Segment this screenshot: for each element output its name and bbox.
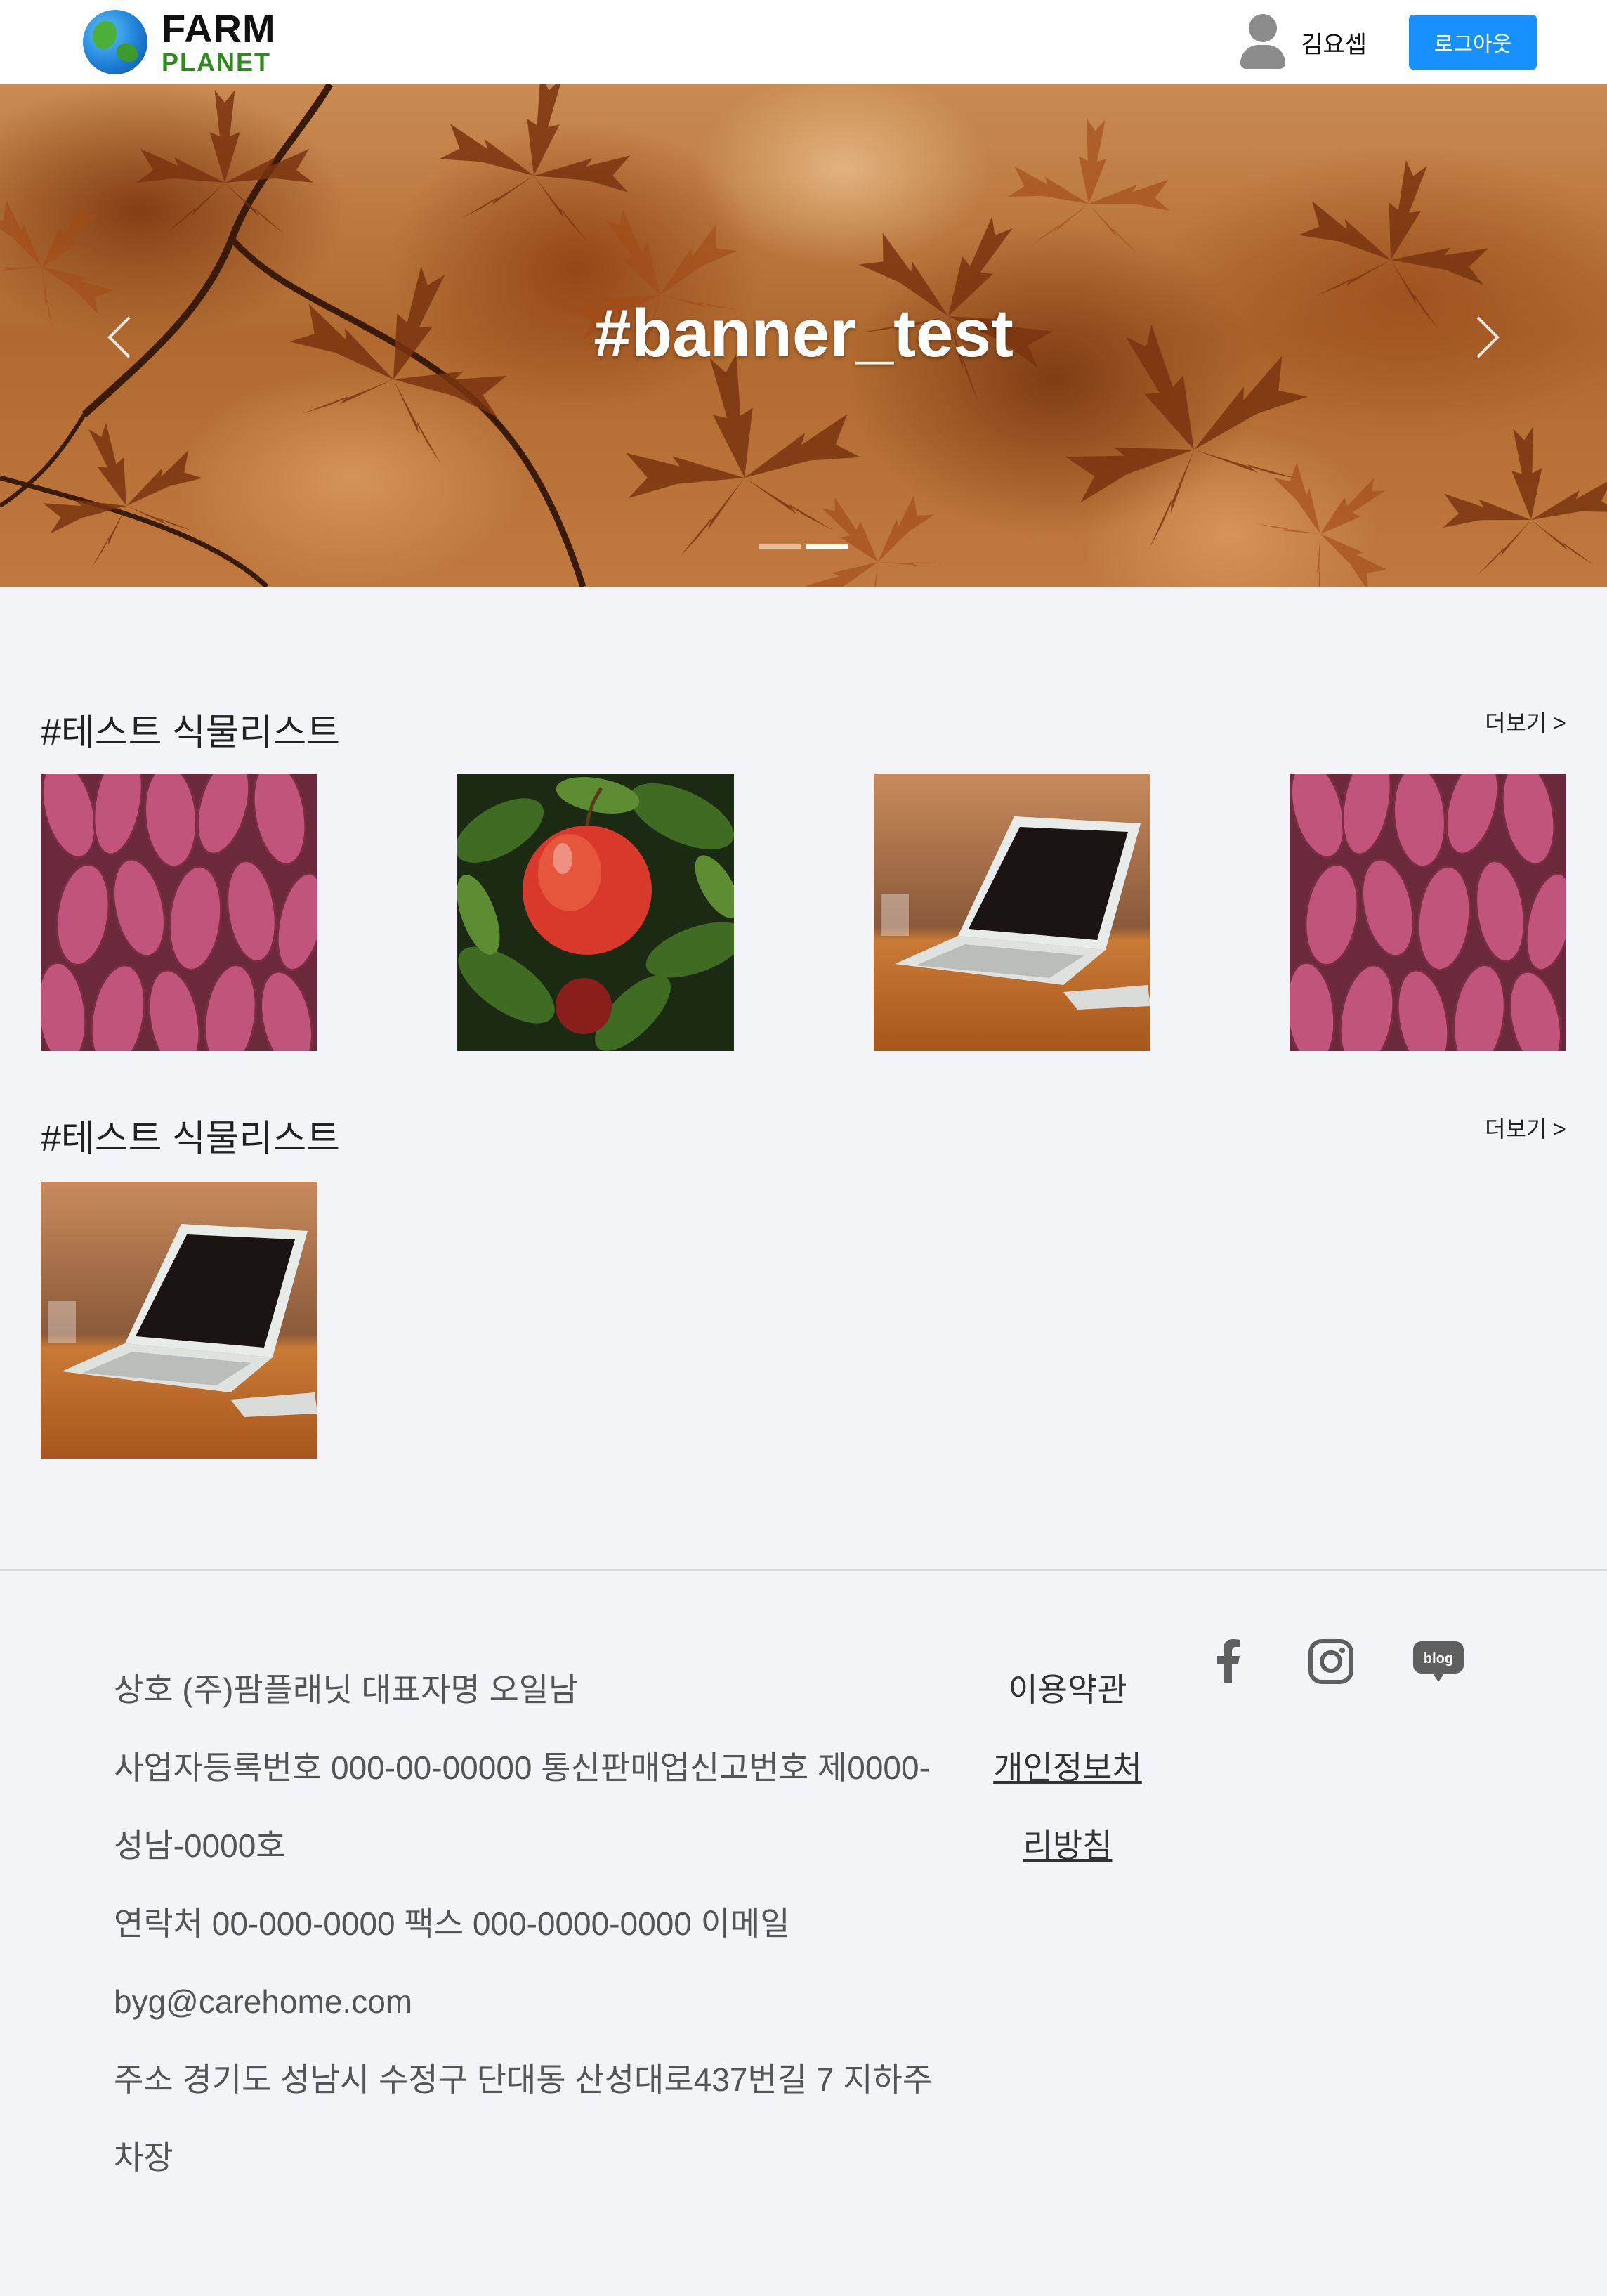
footer-links: 이용약관 개인정보처 리방침: [976, 1651, 1159, 1885]
company-info-line: 연락처 00-000-0000 팩스 000-0000-0000 이메일: [114, 1905, 790, 1942]
plant-card-sweet-potato[interactable]: [41, 774, 317, 1051]
company-info-line: 주소 경기도 성남시 수정구 단대동 산성대로437번길 7 지하주: [114, 2061, 933, 2098]
instagram-icon[interactable]: [1303, 1637, 1359, 1686]
carousel-dot-2[interactable]: [806, 544, 848, 549]
chevron-left-icon[interactable]: [98, 309, 140, 365]
privacy-policy-link[interactable]: 개인정보처: [976, 1729, 1159, 1807]
section-title: #테스트 식물리스트: [41, 1118, 341, 1159]
carousel-dot-1[interactable]: [759, 544, 801, 549]
banner-carousel: #banner_test: [0, 84, 1607, 587]
blog-icon[interactable]: blog: [1410, 1637, 1467, 1686]
company-info-line: 상호 (주)팜플래닛 대표자명 오일남: [114, 1671, 579, 1708]
chevron-right-icon[interactable]: [1467, 309, 1509, 365]
farm-planet-logo[interactable]: FARM PLANET: [83, 6, 276, 77]
logo-text-farm: FARM: [162, 6, 276, 51]
top-header: FARM PLANET 김요셉 로그아웃: [0, 0, 1607, 84]
laptop-image: [41, 1182, 317, 1459]
more-link[interactable]: 더보기 >: [1485, 705, 1566, 738]
logout-button[interactable]: 로그아웃: [1409, 15, 1537, 70]
apple-image: [457, 774, 734, 1051]
sweet-potato-image: [41, 774, 317, 1051]
terms-link[interactable]: 이용약관: [976, 1651, 1159, 1729]
company-info-line: 성남-0000호: [114, 1827, 286, 1864]
blog-icon-text: blog: [1424, 1651, 1453, 1666]
footer-divider: [0, 1569, 1607, 1571]
globe-icon: [83, 10, 147, 74]
user-avatar-icon[interactable]: [1235, 14, 1286, 70]
more-link[interactable]: 더보기 >: [1485, 1111, 1566, 1144]
company-info-line: 차장: [114, 2139, 173, 2176]
sweet-potato-image: [1290, 774, 1566, 1051]
laptop-image: [874, 774, 1150, 1051]
company-info-line: byg@carehome.com: [114, 1983, 413, 2020]
user-area: 김요셉 로그아웃: [1235, 14, 1537, 70]
plant-card-laptop[interactable]: [41, 1182, 317, 1459]
section-title: #테스트 식물리스트: [41, 712, 341, 753]
logo-text-planet: PLANET: [162, 48, 271, 77]
banner-title: #banner_test: [593, 296, 1014, 371]
company-info: 상호 (주)팜플래닛 대표자명 오일남 사업자등록번호 000-00-00000…: [114, 1651, 985, 2197]
plant-card-sweet-potato-2[interactable]: [1290, 774, 1566, 1051]
facebook-icon[interactable]: [1201, 1637, 1257, 1686]
plant-card-laptop[interactable]: [874, 774, 1150, 1051]
company-info-line: 사업자등록번호 000-00-00000 통신판매업신고번호 제0000-: [114, 1749, 930, 1786]
carousel-indicators: [0, 544, 1607, 549]
plant-card-apple[interactable]: [457, 774, 734, 1051]
privacy-policy-link-continued[interactable]: 리방침: [976, 1807, 1159, 1885]
plant-list-section-1: #테스트 식물리스트 더보기 >: [41, 703, 1566, 1054]
plant-list-section-2: #테스트 식물리스트 더보기 >: [41, 1109, 1566, 1460]
username: 김요셉: [1301, 31, 1367, 58]
